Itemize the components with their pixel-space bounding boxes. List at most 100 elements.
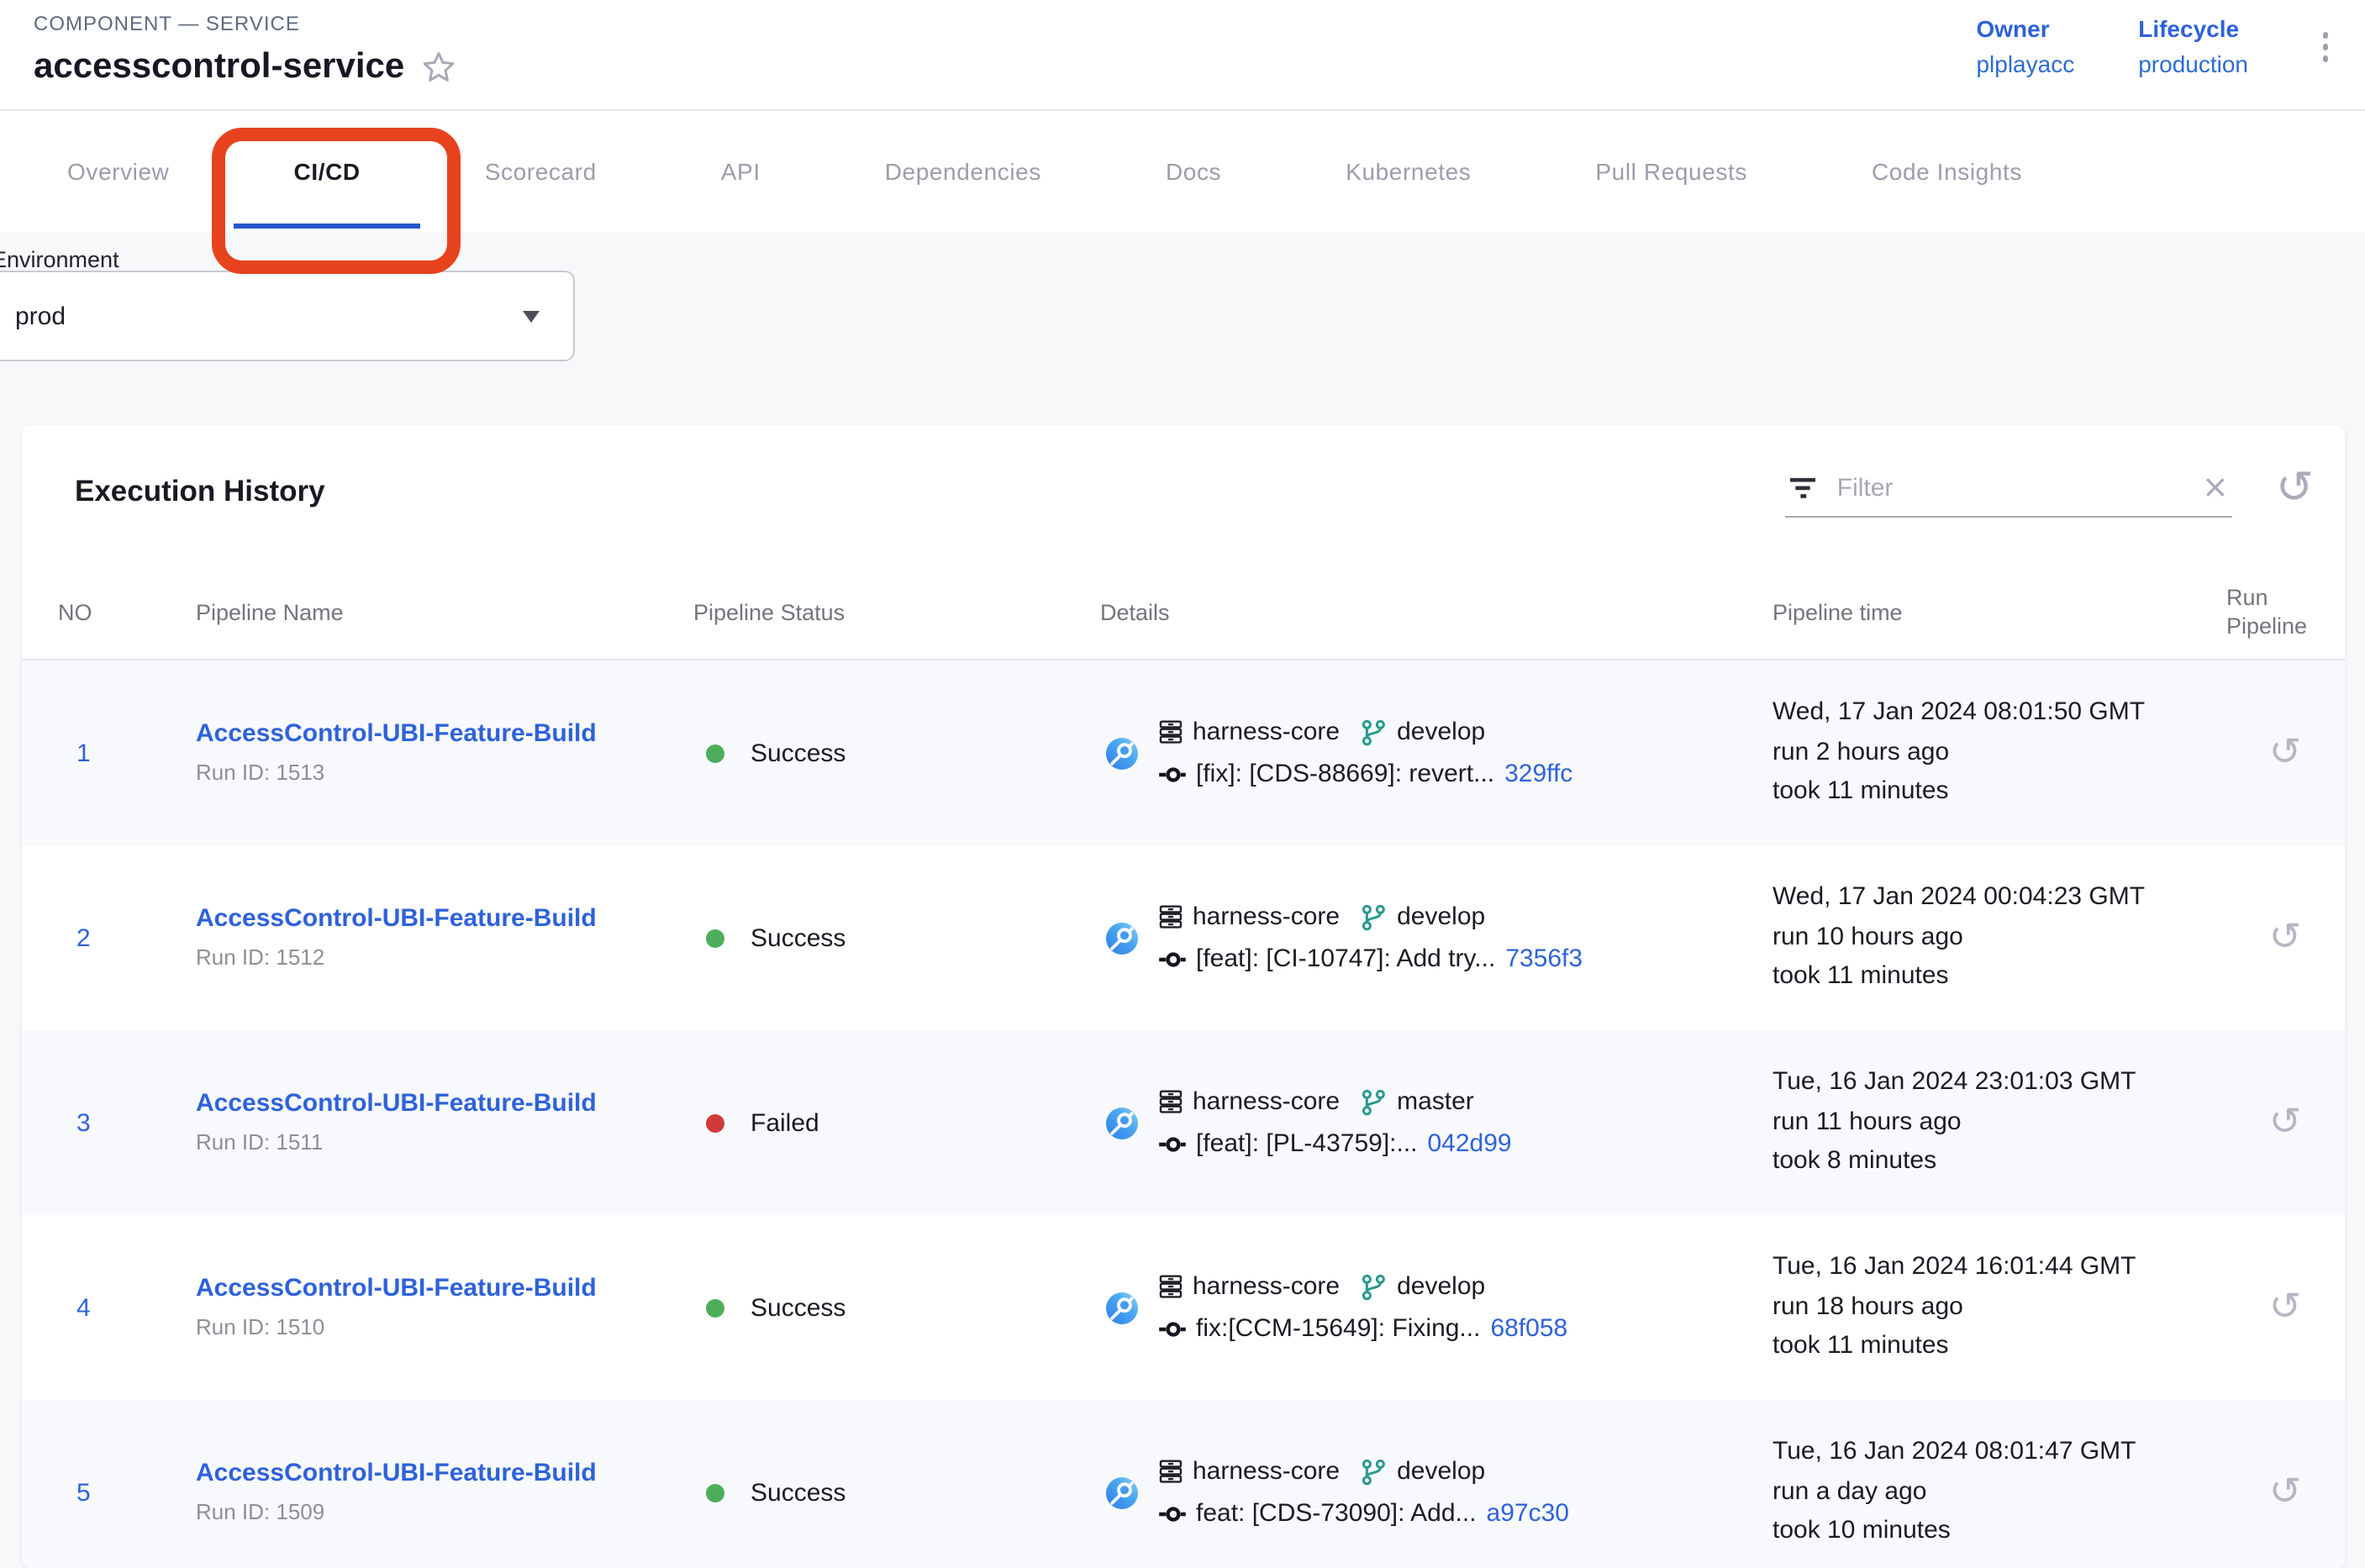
status-dot-icon: [705, 1113, 724, 1132]
pipeline-execution-icon[interactable]: [1105, 737, 1137, 769]
table-row: 5 AccessControl-UBI-Feature-Build Run ID…: [21, 1400, 2344, 1568]
col-no: NO: [58, 600, 196, 625]
pipeline-time: Tue, 16 Jan 2024 16:01:44 GMT run 18 hou…: [1772, 1250, 2226, 1366]
repository-icon: [1157, 1088, 1182, 1115]
time-relative: run a day ago: [1772, 1474, 1927, 1512]
status-dot-icon: [705, 744, 724, 762]
pipeline-time: Tue, 16 Jan 2024 08:01:47 GMT run a day …: [1772, 1434, 2226, 1551]
time-duration: took 8 minutes: [1772, 1144, 1936, 1181]
time-date: Tue, 16 Jan 2024 16:01:44 GMT: [1772, 1250, 2136, 1287]
time-duration: took 11 minutes: [1772, 959, 1949, 997]
branch-name: develop: [1397, 1457, 1485, 1486]
git-branch-icon: [1360, 903, 1387, 930]
repo-name: harness-core: [1193, 718, 1340, 746]
clear-filter-icon[interactable]: ×: [2202, 471, 2229, 503]
owner-link[interactable]: plplayacc: [1976, 50, 2074, 77]
repo-name: harness-core: [1193, 902, 1340, 931]
commit-hash-link[interactable]: 329ffc: [1504, 760, 1572, 788]
git-commit-icon: [1157, 1502, 1186, 1525]
repository-icon: [1157, 718, 1182, 745]
tab-kubernetes[interactable]: Kubernetes: [1309, 111, 1508, 232]
git-commit-icon: [1157, 1317, 1186, 1340]
tab-docs[interactable]: Docs: [1129, 111, 1258, 232]
branch-name: develop: [1397, 718, 1485, 746]
branch-name: develop: [1397, 1272, 1485, 1301]
status-label: Success: [751, 923, 845, 952]
tab-scorecard[interactable]: Scorecard: [448, 111, 634, 232]
repo-name: harness-core: [1193, 1087, 1340, 1116]
col-pipeline-status: Pipeline Status: [693, 600, 1100, 625]
row-number: 5: [76, 1478, 91, 1507]
run-pipeline-button[interactable]: ↺: [2269, 918, 2302, 957]
tab-overview[interactable]: Overview: [30, 111, 207, 232]
commit-hash-link[interactable]: a97c30: [1487, 1499, 1569, 1528]
commit-hash-link[interactable]: 68f058: [1490, 1314, 1567, 1343]
environment-label: Environment: [0, 247, 119, 272]
pipeline-name-link[interactable]: AccessControl-UBI-Feature-Build: [196, 1092, 597, 1119]
time-relative: run 11 hours ago: [1772, 1104, 1962, 1142]
time-duration: took 10 minutes: [1772, 1513, 1951, 1551]
tab-ci-cd[interactable]: CI/CD: [257, 111, 398, 232]
pipeline-name-link[interactable]: AccessControl-UBI-Feature-Build: [196, 1461, 597, 1489]
environment-select[interactable]: prod: [0, 271, 575, 361]
row-number: 1: [76, 739, 91, 767]
refresh-icon[interactable]: ↺: [2276, 465, 2314, 510]
caret-down-icon: [523, 311, 540, 323]
pipeline-time: Wed, 17 Jan 2024 00:04:23 GMT run 10 hou…: [1772, 880, 2226, 997]
commit-message: [feat]: [CI-10747]: Add try...: [1196, 944, 1495, 973]
lifecycle-label: Lifecycle: [2138, 15, 2248, 42]
entity-header: COMPONENT — SERVICE accesscontrol-servic…: [0, 0, 2365, 111]
status-dot-icon: [705, 929, 724, 947]
run-pipeline-button[interactable]: ↺: [2269, 1288, 2302, 1327]
pipeline-execution-icon[interactable]: [1105, 1292, 1137, 1323]
tab-dependencies[interactable]: Dependencies: [848, 111, 1078, 232]
pipeline-name-link[interactable]: AccessControl-UBI-Feature-Build: [196, 907, 597, 934]
run-pipeline-button[interactable]: ↺: [2269, 1473, 2302, 1512]
run-id: Run ID: 1512: [196, 944, 324, 970]
status-dot-icon: [705, 1483, 724, 1502]
time-duration: took 11 minutes: [1772, 1329, 1949, 1366]
table-row: 2 AccessControl-UBI-Feature-Build Run ID…: [21, 845, 2344, 1030]
git-branch-icon: [1360, 718, 1387, 745]
commit-hash-link[interactable]: 042d99: [1428, 1129, 1512, 1158]
table-row: 3 AccessControl-UBI-Feature-Build Run ID…: [21, 1030, 2344, 1215]
pipeline-execution-icon[interactable]: [1105, 1476, 1137, 1508]
pipeline-name-link[interactable]: AccessControl-UBI-Feature-Build: [196, 722, 597, 750]
repository-icon: [1157, 903, 1182, 930]
col-pipeline-time: Pipeline time: [1772, 600, 2226, 625]
pipeline-name-link[interactable]: AccessControl-UBI-Feature-Build: [196, 1276, 597, 1304]
git-branch-icon: [1360, 1273, 1387, 1300]
run-pipeline-button[interactable]: ↺: [2269, 734, 2302, 772]
status-label: Success: [751, 1293, 845, 1322]
run-id: Run ID: 1511: [196, 1129, 323, 1155]
row-number: 2: [76, 923, 91, 952]
cicd-content: Environment prod Execution History × ↺ N…: [0, 232, 2365, 1568]
status-label: Failed: [751, 1108, 819, 1137]
table-header: NO Pipeline Name Pipeline Status Details…: [21, 556, 2344, 660]
pipeline-execution-icon[interactable]: [1105, 922, 1137, 954]
tab-bar: Overview CI/CD Scorecard API Dependencies Doc…: [0, 111, 2365, 232]
filter-input[interactable]: [1834, 471, 2185, 503]
more-options-kebab-icon[interactable]: [2312, 15, 2338, 78]
repo-name: harness-core: [1193, 1272, 1340, 1301]
owner-meta: Owner plplayacc: [1976, 15, 2074, 77]
row-number: 3: [76, 1108, 91, 1137]
table-body: 1 AccessControl-UBI-Feature-Build Run ID…: [21, 660, 2344, 1568]
star-icon[interactable]: [421, 50, 455, 84]
tab-api[interactable]: API: [684, 111, 798, 232]
commit-hash-link[interactable]: 7356f3: [1505, 944, 1583, 973]
run-id: Run ID: 1509: [196, 1499, 324, 1524]
time-relative: run 18 hours ago: [1772, 1289, 1963, 1327]
run-pipeline-button[interactable]: ↺: [2269, 1103, 2302, 1142]
time-date: Wed, 17 Jan 2024 00:04:23 GMT: [1772, 880, 2145, 918]
commit-message: feat: [CDS-73090]: Add...: [1196, 1499, 1477, 1528]
pipeline-time: Wed, 17 Jan 2024 08:01:50 GMT run 2 hour…: [1772, 695, 2226, 812]
pipeline-execution-icon[interactable]: [1105, 1107, 1137, 1139]
tab-pull-requests[interactable]: Pull Requests: [1558, 111, 1784, 232]
repository-icon: [1157, 1273, 1182, 1300]
execution-history-card: Execution History × ↺ NO Pipeline Name P…: [21, 425, 2344, 1568]
run-id: Run ID: 1513: [196, 760, 324, 785]
time-duration: took 11 minutes: [1772, 774, 1949, 812]
time-date: Wed, 17 Jan 2024 08:01:50 GMT: [1772, 695, 2145, 733]
tab-code-insights[interactable]: Code Insights: [1835, 111, 2059, 232]
